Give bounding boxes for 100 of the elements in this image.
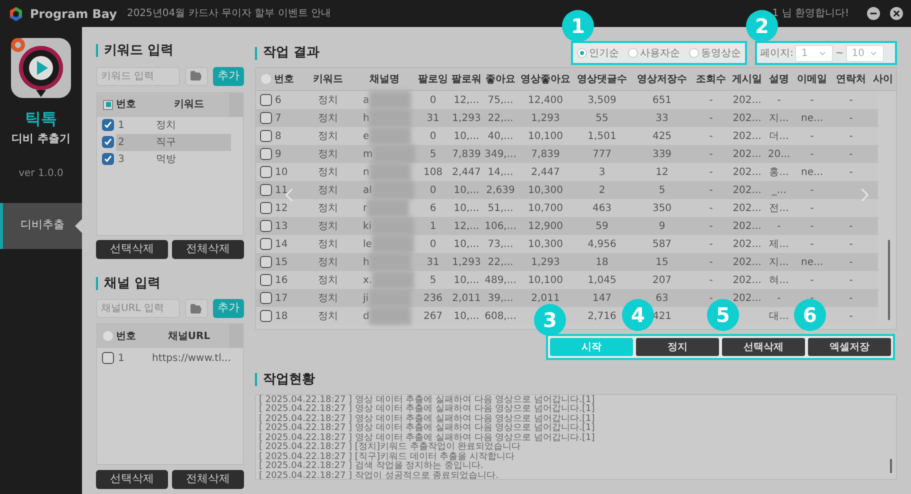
table-cell-text: - bbox=[810, 274, 814, 288]
page-label: 페이지: bbox=[760, 46, 794, 60]
redaction-blur bbox=[369, 127, 412, 145]
table-cell-text: 10,700 bbox=[528, 202, 563, 216]
add-button[interactable]: 추가 bbox=[212, 66, 244, 86]
checkbox[interactable] bbox=[260, 112, 272, 124]
checkbox[interactable] bbox=[102, 352, 114, 364]
folder-button[interactable] bbox=[185, 66, 208, 86]
table-cell-text: 2,447 bbox=[531, 166, 560, 180]
checkbox[interactable] bbox=[102, 119, 114, 131]
table-cell-text: 236 bbox=[423, 292, 443, 306]
table-cell-text: 2,011 bbox=[531, 292, 560, 306]
checkbox[interactable] bbox=[260, 274, 272, 286]
checkbox[interactable] bbox=[260, 166, 272, 178]
folder-button[interactable] bbox=[185, 299, 208, 318]
table-cell-text: 8 bbox=[275, 130, 282, 144]
checkbox[interactable] bbox=[260, 202, 272, 214]
add-button[interactable]: 추가 bbox=[212, 299, 244, 318]
table-cell-text: 9 bbox=[658, 220, 666, 234]
table-cell-text: 12,... bbox=[454, 220, 480, 234]
radio-button[interactable] bbox=[261, 74, 271, 84]
table-cell-text: x. bbox=[363, 274, 372, 288]
redaction-blur bbox=[369, 163, 412, 181]
delete-button[interactable]: 전체삭제 bbox=[172, 470, 244, 489]
table-cell-text: 108 bbox=[423, 166, 443, 180]
table-cell-text: - bbox=[709, 112, 713, 126]
table-cell-text: 정치 bbox=[318, 112, 338, 126]
table-cell-text: 425 bbox=[652, 130, 672, 144]
action-button[interactable]: 엑셀저장 bbox=[808, 338, 891, 356]
table-cell-text: a bbox=[363, 94, 370, 108]
table-cell-text: le bbox=[363, 238, 372, 252]
list-row[interactable]: 2 직구 bbox=[116, 134, 231, 150]
table-cell-text: _... bbox=[772, 184, 786, 198]
table-cell-text: 15 bbox=[275, 256, 288, 270]
table-cell-text: 10,300 bbox=[528, 238, 563, 252]
table-cell-text: 정치 bbox=[318, 310, 338, 324]
list-row[interactable]: 1 https://www.tl... bbox=[97, 348, 243, 368]
delete-button[interactable]: 전체삭제 bbox=[172, 240, 244, 258]
text-field[interactable]: 키워드 입력 bbox=[96, 66, 180, 86]
table-cell-text: 55 bbox=[596, 112, 608, 126]
minimize-button[interactable] bbox=[867, 7, 880, 20]
checkbox[interactable] bbox=[260, 256, 272, 268]
redaction-blur bbox=[369, 109, 412, 127]
checkbox[interactable] bbox=[260, 310, 272, 322]
table-cell-text: - bbox=[810, 220, 814, 234]
table-cell-text: 6 bbox=[275, 94, 282, 108]
checkbox[interactable] bbox=[102, 136, 114, 148]
table-cell-text: 13 bbox=[275, 220, 288, 234]
select-all-checkbox[interactable] bbox=[103, 100, 113, 110]
action-button[interactable]: 선택삭제 bbox=[722, 338, 805, 356]
list-row[interactable]: 1 정치 bbox=[116, 116, 231, 134]
table-cell-text: 14 bbox=[275, 238, 288, 252]
table-cell-text: ne... bbox=[800, 112, 824, 126]
checkbox[interactable] bbox=[260, 130, 272, 142]
close-button[interactable] bbox=[890, 7, 903, 20]
radio-option[interactable]: 동영상순 bbox=[689, 46, 741, 60]
checkbox[interactable] bbox=[260, 220, 272, 232]
section-title: 작업 결과 bbox=[263, 44, 320, 62]
scrollbar[interactable] bbox=[888, 240, 890, 320]
text-field[interactable]: 채널URL 입력 bbox=[96, 299, 180, 318]
table-cell-text: 73,... bbox=[488, 238, 514, 252]
checkbox[interactable] bbox=[260, 184, 272, 196]
table-cell-text: ji bbox=[363, 292, 369, 306]
delete-button[interactable]: 선택삭제 bbox=[96, 470, 168, 489]
column-header: 사이 bbox=[873, 72, 893, 86]
table-cell-text: 202... bbox=[732, 274, 762, 288]
table-cell-text: 421 bbox=[652, 310, 672, 324]
checkbox[interactable] bbox=[260, 148, 272, 160]
notice-link[interactable]: 2025년04월 카드사 무이자 할부 이벤트 안내 bbox=[126, 6, 332, 21]
action-button[interactable]: 정지 bbox=[636, 338, 719, 356]
radio-button[interactable] bbox=[103, 331, 113, 341]
checkbox[interactable] bbox=[260, 292, 272, 304]
table-cell-text: 59 bbox=[596, 220, 608, 234]
table-cell-text: 202... bbox=[732, 220, 762, 234]
scrollbar[interactable] bbox=[890, 458, 892, 472]
radio-option[interactable]: 인기순 bbox=[577, 46, 619, 60]
table-cell-text: 20... bbox=[768, 148, 790, 162]
checkbox[interactable] bbox=[260, 94, 272, 106]
table-cell-text: - bbox=[777, 292, 781, 306]
radio-option[interactable]: 사용자순 bbox=[628, 46, 680, 60]
list-row[interactable]: 3 먹방 bbox=[116, 150, 231, 168]
table-cell-text: 3,509 bbox=[588, 94, 616, 108]
table-cell-text: 11 bbox=[275, 184, 288, 198]
sidebar-item[interactable]: 디비추출 bbox=[0, 202, 82, 248]
table-cell-text: 10,100 bbox=[528, 130, 563, 144]
table-cell-text: - bbox=[810, 130, 814, 144]
folder-icon bbox=[190, 70, 202, 82]
table-cell-text: 51,... bbox=[488, 202, 514, 216]
delete-button[interactable]: 선택삭제 bbox=[96, 240, 168, 258]
redaction-blur bbox=[372, 271, 414, 289]
table-cell-text: - bbox=[810, 148, 814, 162]
checkbox[interactable] bbox=[260, 238, 272, 250]
redaction-blur bbox=[372, 145, 415, 163]
checkbox[interactable] bbox=[102, 153, 114, 165]
table-cell-text: 3 bbox=[598, 166, 606, 180]
table-cell-text: 제... bbox=[769, 238, 789, 252]
table-cell-text: 정치 bbox=[318, 292, 338, 306]
redaction-blur bbox=[369, 253, 412, 271]
table-cell-text: 10,... bbox=[454, 202, 480, 216]
table-cell-text: - bbox=[849, 274, 853, 288]
